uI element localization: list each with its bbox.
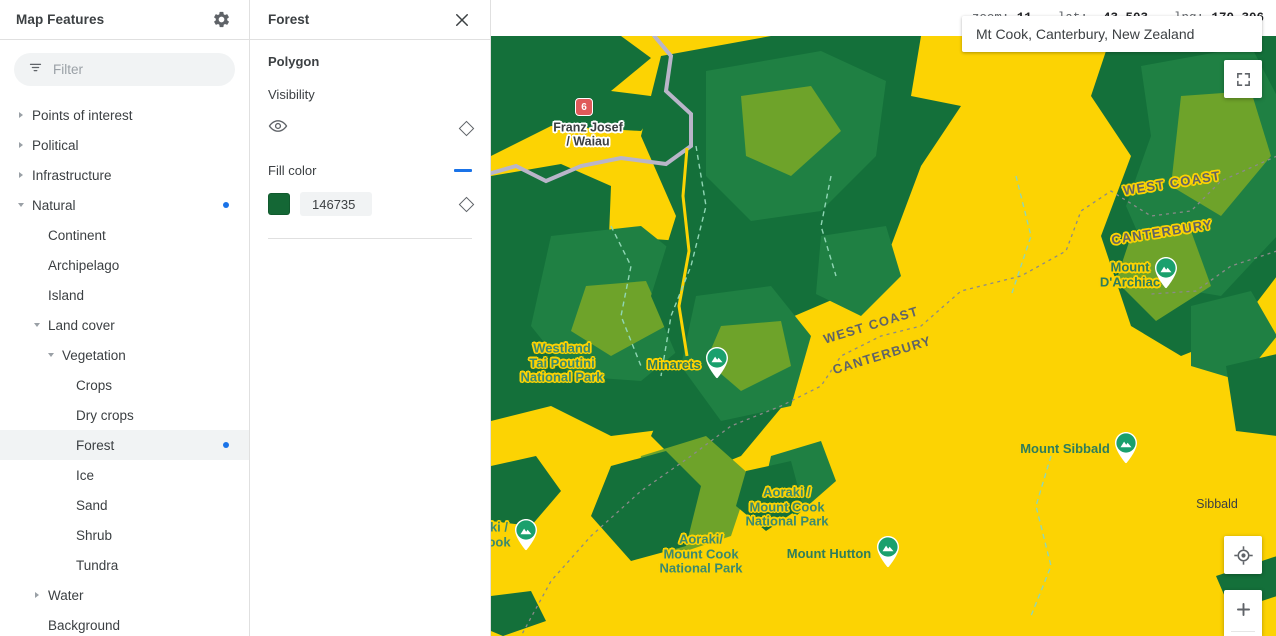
sidebar-item-label: Land cover: [48, 317, 115, 333]
feature-tree: Points of interest Political Infrastructur…: [0, 96, 249, 636]
eye-icon[interactable]: [268, 116, 288, 141]
sidebar-item-land-cover[interactable]: Land cover: [0, 310, 249, 340]
map-canvas[interactable]: [491, 36, 1276, 636]
close-icon[interactable]: [450, 8, 474, 32]
chevron-right-icon[interactable]: [14, 138, 28, 152]
sidebar-item-points-of-interest[interactable]: Points of interest: [0, 100, 249, 130]
properties-body: Polygon Visibility Fill color 146735: [250, 40, 490, 239]
properties-divider: [268, 238, 472, 239]
app-root: Map Features Points of interest Political…: [0, 0, 1276, 636]
sidebar-item-label: Archipelago: [48, 257, 120, 273]
my-location-button[interactable]: [1224, 536, 1262, 574]
fill-color-picker: 146735: [268, 192, 372, 216]
sidebar-item-ice[interactable]: Ice: [0, 460, 249, 490]
fill-color-label-row: Fill color: [268, 163, 472, 178]
fill-color-keyframe-diamond-icon[interactable]: [458, 196, 475, 212]
layer-properties-panel: Forest Polygon Visibility Fill color 146…: [250, 0, 491, 636]
sidebar-item-label: Infrastructure: [32, 167, 112, 183]
filter-icon: [28, 60, 43, 80]
visibility-control-row: [268, 116, 475, 141]
geometry-section-title: Polygon: [268, 54, 320, 69]
sidebar-item-political[interactable]: Political: [0, 130, 249, 160]
fill-color-hex-field[interactable]: 146735: [300, 192, 372, 216]
visibility-label: Visibility: [268, 87, 315, 102]
sidebar-item-label: Tundra: [76, 557, 119, 573]
modified-indicator-dot: [223, 442, 229, 448]
sidebar-header: Map Features: [0, 0, 249, 40]
sidebar-item-infrastructure[interactable]: Infrastructure: [0, 160, 249, 190]
sidebar-item-background[interactable]: Background: [0, 610, 249, 636]
sidebar-item-label: Crops: [76, 377, 113, 393]
gear-icon[interactable]: [209, 8, 233, 32]
visibility-keyframe-diamond-icon[interactable]: [458, 120, 475, 137]
fill-color-active-marker: [454, 169, 472, 172]
sidebar-item-label: Political: [32, 137, 79, 153]
sidebar-item-label: Points of interest: [32, 107, 133, 123]
sidebar-item-label: Background: [48, 617, 121, 633]
sidebar-item-tundra[interactable]: Tundra: [0, 550, 249, 580]
fullscreen-button[interactable]: [1224, 60, 1262, 98]
page-title: Map Features: [16, 12, 105, 27]
sidebar-item-label: Vegetation: [62, 347, 126, 363]
sidebar-item-vegetation[interactable]: Vegetation: [0, 340, 249, 370]
sidebar-item-archipelago[interactable]: Archipelago: [0, 250, 249, 280]
filter-box[interactable]: [14, 53, 235, 86]
properties-title: Forest: [268, 12, 310, 27]
sidebar-item-dry-crops[interactable]: Dry crops: [0, 400, 249, 430]
sidebar-item-crops[interactable]: Crops: [0, 370, 249, 400]
sidebar-item-water[interactable]: Water: [0, 580, 249, 610]
chevron-down-icon[interactable]: [30, 318, 44, 332]
map-features-sidebar: Map Features Points of interest Political…: [0, 0, 250, 636]
sidebar-item-label: Ice: [76, 467, 95, 483]
chevron-down-icon[interactable]: [44, 348, 58, 362]
modified-indicator-dot: [223, 202, 229, 208]
sidebar-item-label: Sand: [76, 497, 108, 513]
fill-color-label: Fill color: [268, 163, 317, 178]
filter-container: [0, 40, 249, 96]
sidebar-item-label: Shrub: [76, 527, 113, 543]
sidebar-item-label: Natural: [32, 197, 76, 213]
sidebar-item-shrub[interactable]: Shrub: [0, 520, 249, 550]
sidebar-item-continent[interactable]: Continent: [0, 220, 249, 250]
fill-color-swatch[interactable]: [268, 193, 290, 215]
sidebar-item-label: Dry crops: [76, 407, 134, 423]
sidebar-item-sand[interactable]: Sand: [0, 490, 249, 520]
sidebar-item-label: Island: [48, 287, 85, 303]
map-vector-layer: [491, 36, 1276, 636]
sidebar-item-label: Water: [48, 587, 84, 603]
map-search-box[interactable]: [962, 16, 1262, 52]
chevron-right-icon[interactable]: [14, 168, 28, 182]
search-input[interactable]: [53, 62, 221, 77]
sidebar-item-forest[interactable]: Forest: [0, 430, 249, 460]
zoom-in-button[interactable]: [1224, 590, 1262, 636]
chevron-down-icon[interactable]: [14, 198, 28, 212]
sidebar-item-island[interactable]: Island: [0, 280, 249, 310]
map-viewport[interactable]: zoom: 11 lat: -43.503 lng: 170.306: [491, 0, 1276, 636]
sidebar-item-label: Forest: [76, 437, 115, 453]
fill-color-control-row: 146735: [268, 192, 475, 216]
map-search-input[interactable]: [974, 25, 1250, 43]
chevron-right-icon[interactable]: [30, 588, 44, 602]
highway-shield: 6: [575, 98, 593, 116]
properties-header: Forest: [250, 0, 490, 40]
visibility-label-row: Visibility: [268, 87, 472, 102]
sidebar-item-label: Continent: [48, 227, 106, 243]
chevron-right-icon[interactable]: [14, 108, 28, 122]
sidebar-item-natural[interactable]: Natural: [0, 190, 249, 220]
